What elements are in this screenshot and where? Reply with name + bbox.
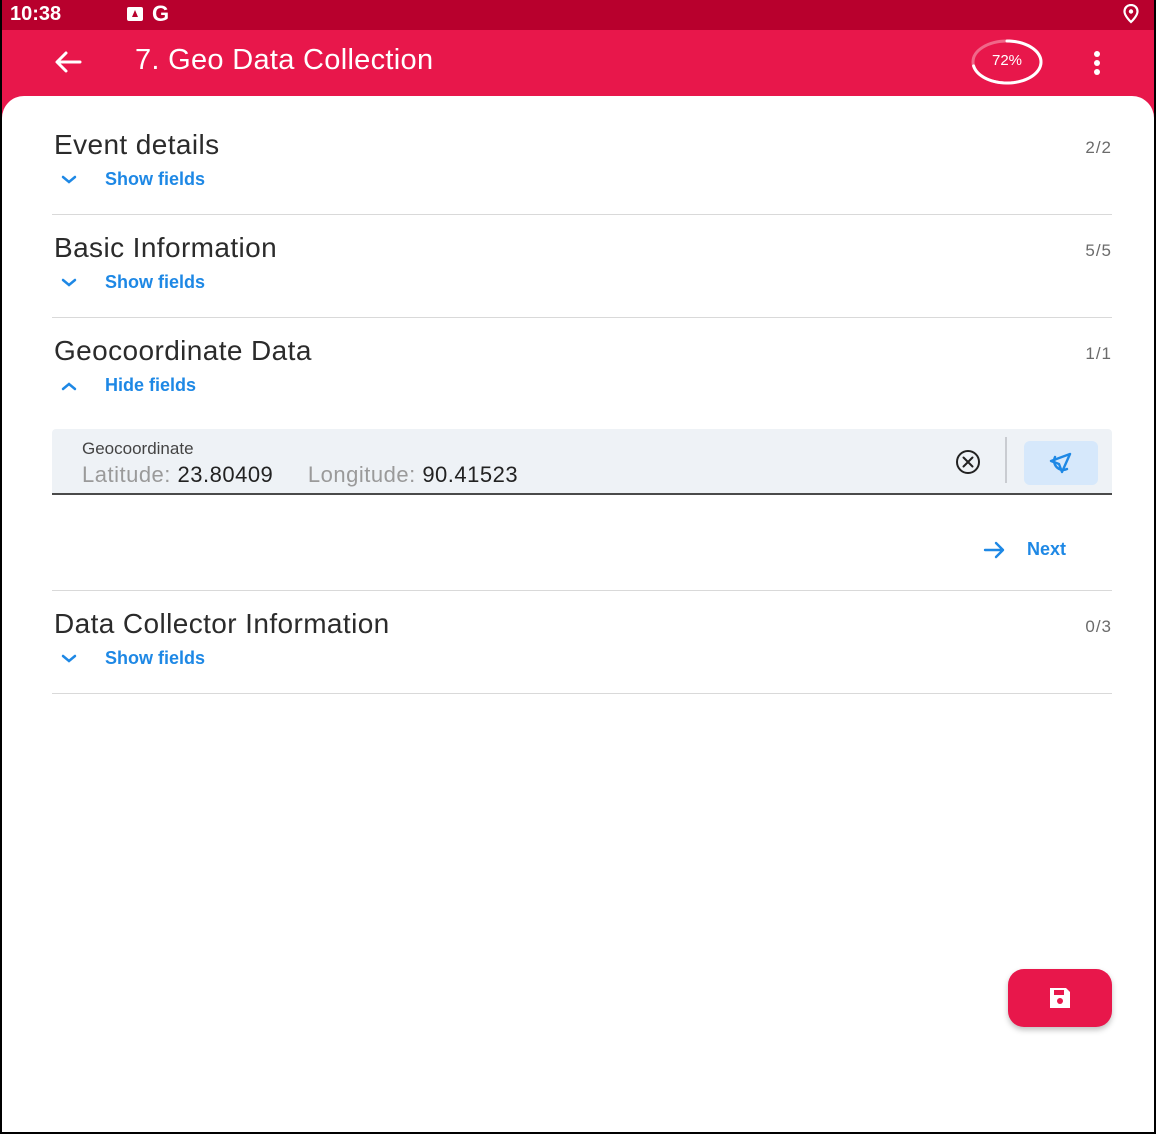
latitude-label: Latitude: bbox=[82, 462, 171, 487]
toggle-label: Show fields bbox=[105, 272, 206, 292]
form-content: Event details 2/2 Show fields Basic Info… bbox=[2, 96, 1154, 1132]
status-time: 10:38 bbox=[10, 3, 62, 25]
section-count: 0/3 bbox=[1085, 617, 1112, 636]
geocoordinate-label: Geocoordinate bbox=[82, 439, 194, 458]
latitude-value: 23.80409 bbox=[177, 462, 274, 487]
app-screen: 10:38 G 7. Geo Data Collection 72% Event… bbox=[0, 0, 1156, 1134]
image-icon bbox=[127, 7, 143, 21]
section-geocoordinate-data: Geocoordinate Data 1/1 Hide fields Geoco… bbox=[52, 318, 1112, 591]
chevron-down-icon bbox=[61, 175, 77, 184]
geocoordinate-values: Latitude: 23.80409 Longitude: 90.41523 bbox=[82, 462, 546, 488]
toggle-label: Hide fields bbox=[105, 375, 197, 395]
capture-location-button[interactable] bbox=[1024, 441, 1098, 485]
longitude-value: 90.41523 bbox=[422, 462, 519, 487]
geocoordinate-field[interactable]: Geocoordinate Latitude: 23.80409 Longitu… bbox=[52, 429, 1112, 495]
save-icon bbox=[1050, 988, 1070, 1008]
save-button[interactable] bbox=[1008, 969, 1112, 1027]
chevron-down-icon bbox=[61, 654, 77, 663]
show-fields-toggle[interactable]: Show fields bbox=[60, 648, 205, 669]
arrow-right-icon bbox=[983, 541, 1005, 558]
section-count: 5/5 bbox=[1085, 241, 1112, 260]
show-fields-toggle[interactable]: Show fields bbox=[60, 169, 205, 190]
more-options-icon[interactable] bbox=[1087, 47, 1107, 79]
toggle-label: Show fields bbox=[105, 648, 206, 668]
longitude-label: Longitude: bbox=[307, 462, 416, 487]
app-bar: 7. Geo Data Collection 72% bbox=[2, 30, 1154, 96]
section-count: 2/2 bbox=[1085, 138, 1112, 157]
section-title: Basic Information bbox=[54, 232, 278, 263]
page-title: 7. Geo Data Collection bbox=[135, 44, 434, 76]
field-divider bbox=[1005, 437, 1007, 483]
back-arrow-icon[interactable] bbox=[50, 44, 86, 80]
section-count: 1/1 bbox=[1085, 344, 1112, 363]
section-event-details: Event details 2/2 Show fields bbox=[52, 96, 1112, 215]
clear-icon[interactable] bbox=[954, 448, 982, 476]
next-label: Next bbox=[1026, 539, 1066, 559]
section-title: Geocoordinate Data bbox=[54, 335, 312, 366]
section-data-collector-information: Data Collector Information 0/3 Show fiel… bbox=[52, 591, 1112, 694]
next-button[interactable]: Next bbox=[983, 539, 1066, 560]
chevron-up-icon bbox=[61, 381, 77, 390]
chevron-down-icon bbox=[61, 278, 77, 287]
section-basic-information: Basic Information 5/5 Show fields bbox=[52, 215, 1112, 318]
show-fields-toggle[interactable]: Show fields bbox=[60, 272, 205, 293]
location-icon bbox=[1123, 4, 1139, 24]
toggle-label: Show fields bbox=[105, 169, 206, 189]
location-target-icon bbox=[1049, 452, 1072, 474]
section-title: Data Collector Information bbox=[54, 608, 390, 639]
progress-label: 72% bbox=[991, 52, 1023, 69]
hide-fields-toggle[interactable]: Hide fields bbox=[60, 375, 196, 396]
section-title: Event details bbox=[54, 129, 220, 160]
google-icon: G bbox=[152, 1, 170, 26]
status-bar: 10:38 G bbox=[2, 0, 1154, 30]
